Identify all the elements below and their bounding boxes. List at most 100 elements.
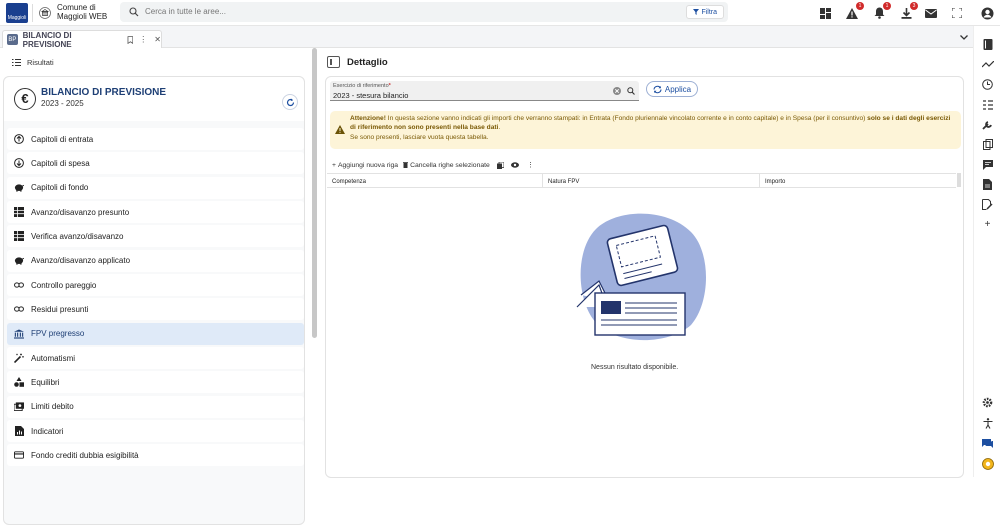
bookmark-icon[interactable] — [127, 35, 134, 44]
column-header-importo[interactable]: Importo — [760, 174, 956, 187]
list-icon[interactable] — [981, 98, 994, 111]
menu-item-controllo-pareggio[interactable]: Controllo pareggio — [7, 274, 304, 297]
shapes-icon — [14, 377, 24, 388]
warning-prefix: Attenzione! — [350, 115, 386, 122]
menu-item-residui-presunti[interactable]: Residui presunti — [7, 298, 304, 321]
copy-icon[interactable] — [981, 138, 994, 151]
reference-year-field[interactable]: Esercizio di riferimento* 2023 - stesura… — [330, 81, 639, 101]
menu-item-label: Avanzo/disavanzo applicato — [31, 256, 131, 266]
detail-title: Dettaglio — [347, 57, 388, 68]
user-account-icon[interactable] — [980, 6, 994, 20]
search-bar[interactable]: Cerca in tutte le aree... Filtra — [120, 2, 728, 22]
eye-icon[interactable] — [510, 162, 519, 168]
wrench-icon[interactable] — [981, 118, 994, 131]
comment-icon[interactable] — [981, 158, 994, 171]
close-tab-icon[interactable]: ✕ — [154, 35, 161, 44]
menu-item-label: Limiti debito — [31, 402, 74, 412]
tab-label: BILANCIO DI PREVISIONE — [22, 30, 72, 49]
search-input[interactable]: Cerca in tutte le aree... — [145, 7, 226, 16]
column-header-competenza[interactable]: Competenza — [327, 174, 543, 187]
add-row-button[interactable]: + Aggiungi nuova riga — [332, 162, 398, 169]
delete-rows-button[interactable]: Cancella righe selezionate — [403, 162, 490, 169]
piggy-bank-icon — [14, 256, 24, 266]
warning-text-part1: In questa sezione vanno indicati gli imp… — [385, 115, 868, 122]
divider — [32, 4, 33, 22]
chat-icon[interactable] — [981, 437, 994, 450]
results-header[interactable]: Risultati — [12, 58, 54, 67]
edit-document-icon[interactable] — [981, 198, 994, 211]
accessibility-icon[interactable] — [981, 417, 994, 430]
maggioli-logo[interactable]: Maggioli — [6, 3, 28, 23]
piggy-bank-icon — [14, 183, 24, 193]
menu-item-capitoli-di-spesa[interactable]: Capitoli di spesa — [7, 152, 304, 175]
chevron-down-icon[interactable] — [960, 35, 968, 40]
warning-text: Attenzione! In questa sezione vanno indi… — [350, 114, 955, 133]
list-icon — [12, 59, 21, 66]
search-icon[interactable] — [627, 87, 635, 95]
more-options-icon[interactable]: ⋮ — [527, 161, 534, 169]
mail-icon[interactable] — [924, 6, 938, 20]
reference-year-label: Esercizio di riferimento* — [333, 83, 391, 89]
download-icon[interactable]: 3 — [899, 2, 918, 20]
menu-item-automatismi[interactable]: Automatismi — [7, 347, 304, 370]
detail-panel: Dettaglio Esercizio di riferimento* 2023… — [320, 48, 973, 478]
search-icon — [129, 7, 139, 17]
menu-item-capitoli-di-fondo[interactable]: Capitoli di fondo — [7, 176, 304, 199]
filter-button[interactable]: Filtra — [686, 5, 724, 19]
history-icon[interactable] — [981, 78, 994, 91]
card-icon — [14, 450, 24, 460]
sync-icon — [653, 85, 662, 93]
tab-bar: BP BILANCIO DI PREVISIONE ⋮ ✕ — [0, 26, 973, 49]
table-header: Competenza Natura FPV Importo — [327, 173, 956, 188]
arrow-up-circle-icon — [14, 134, 24, 144]
menu-item-avanzo-disavanzo-presunto[interactable]: Avanzo/disavanzo presunto — [7, 201, 304, 224]
book-icon[interactable] — [981, 38, 994, 51]
menu-item-limiti-debito[interactable]: Limiti debito — [7, 395, 304, 418]
settings-gear-icon[interactable] — [981, 396, 994, 409]
menu-item-label: Indicatori — [31, 426, 64, 436]
reference-year-label-text: Esercizio di riferimento — [333, 83, 389, 89]
menu-item-capitoli-di-entrata[interactable]: Capitoli di entrata — [7, 128, 304, 150]
menu-item-indicatori[interactable]: Indicatori — [7, 420, 304, 443]
table-scrollbar[interactable] — [957, 173, 961, 187]
empty-state-text: Nessun risultato disponibile. — [591, 364, 679, 371]
warning-badge: 1 — [856, 2, 864, 10]
warning-icon[interactable]: 1 — [845, 2, 864, 20]
refresh-icon — [286, 98, 294, 106]
results-label: Risultati — [27, 58, 54, 67]
fullscreen-icon[interactable] — [950, 6, 964, 20]
menu-item-label: Residui presunti — [31, 304, 89, 314]
trend-icon[interactable] — [981, 58, 994, 71]
document-icon[interactable] — [981, 178, 994, 191]
clear-icon[interactable] — [613, 87, 621, 95]
help-lifebuoy-icon[interactable] — [981, 457, 994, 470]
chart-icon — [14, 426, 24, 437]
refresh-button[interactable] — [282, 94, 298, 110]
panel-icon — [330, 59, 332, 65]
add-icon[interactable]: + — [981, 218, 994, 231]
left-panel: Risultati € BILANCIO DI PREVISIONE 2023 … — [0, 48, 312, 525]
tab-bilancio-di-previsione[interactable]: BP BILANCIO DI PREVISIONE ⋮ ✕ — [2, 30, 162, 49]
menu-item-fpv-pregresso[interactable]: FPV pregresso — [7, 322, 304, 345]
reference-year-value: 2023 - stesura bilancio — [333, 91, 409, 100]
copy-icon[interactable] — [496, 161, 504, 169]
tab-menu-icon[interactable]: ⋮ — [139, 35, 147, 44]
menu-item-label: Avanzo/disavanzo presunto — [31, 207, 130, 217]
menu-item-label: Capitoli di entrata — [31, 134, 94, 144]
toggle-panel-button[interactable] — [327, 56, 340, 68]
column-header-natura-fpv[interactable]: Natura FPV — [543, 174, 760, 187]
money-icon — [14, 402, 24, 412]
bank-icon — [14, 329, 24, 339]
link-icon — [14, 304, 24, 314]
menu-item-verifica-avanzo-disavanzo[interactable]: Verifica avanzo/disavanzo — [7, 225, 304, 248]
warning-line3: Se sono presenti, lasciare vuota questa … — [350, 133, 489, 141]
menu-item-equilibri[interactable]: Equilibri — [7, 371, 304, 394]
bell-icon[interactable]: 1 — [872, 2, 891, 20]
menu-item-avanzo-disavanzo-applicato[interactable]: Avanzo/disavanzo applicato — [7, 249, 304, 272]
dashboard-icon[interactable] — [818, 6, 832, 20]
municipality-icon[interactable] — [38, 6, 52, 20]
left-panel-scrollbar[interactable] — [312, 48, 317, 338]
menu-item-label: Automatismi — [31, 353, 76, 363]
menu-item-fondo-crediti-dubbia-esigibilit[interactable]: Fondo crediti dubbia esigibilità — [7, 444, 304, 467]
apply-button[interactable]: Applica — [646, 81, 698, 97]
